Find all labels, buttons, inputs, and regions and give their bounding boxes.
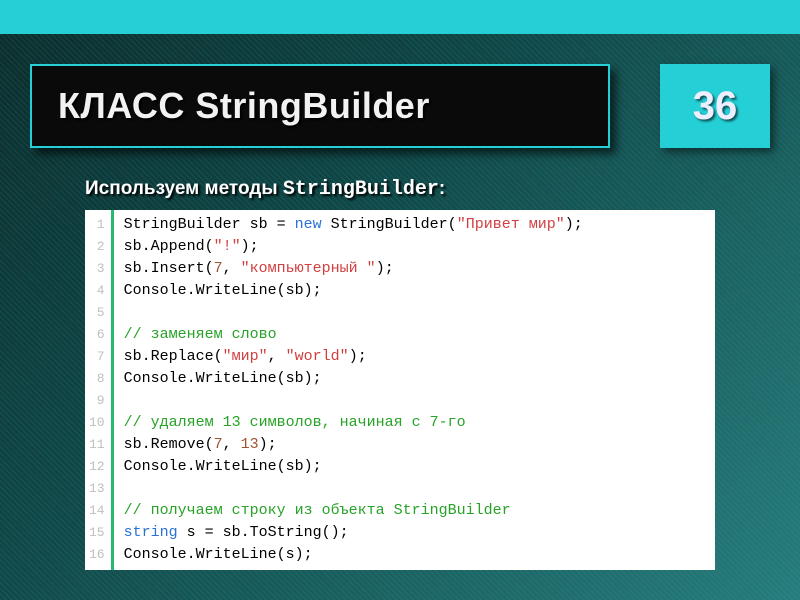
line-number: 6	[89, 324, 105, 346]
code-gutter: 12345678910111213141516	[85, 210, 114, 570]
code-token: );	[376, 260, 394, 277]
line-number: 7	[89, 346, 105, 368]
code-line: // удаляем 13 символов, начиная с 7-го	[124, 412, 583, 434]
line-number: 4	[89, 280, 105, 302]
page-number-box: 36	[660, 64, 770, 148]
code-line: sb.Insert(7, "компьютерный ");	[124, 258, 583, 280]
page-number: 36	[693, 84, 738, 129]
code-token-num: 7	[214, 436, 223, 453]
code-token-num: 7	[214, 260, 223, 277]
code-token: ,	[268, 348, 286, 365]
subtitle-tail: :	[439, 178, 445, 199]
code-token: Console.WriteLine(sb);	[124, 458, 322, 475]
code-token: sb.Replace(	[124, 348, 223, 365]
code-line	[124, 390, 583, 412]
code-line: Console.WriteLine(sb);	[124, 280, 583, 302]
line-number: 2	[89, 236, 105, 258]
code-token-str: "мир"	[223, 348, 268, 365]
top-accent-bar	[0, 0, 800, 34]
code-token: ,	[223, 436, 241, 453]
line-number: 5	[89, 302, 105, 324]
code-line: Console.WriteLine(sb);	[124, 368, 583, 390]
code-token: Console.WriteLine(s);	[124, 546, 313, 563]
code-token-num: 13	[241, 436, 259, 453]
line-number: 8	[89, 368, 105, 390]
slide-title-box: КЛАСС StringBuilder	[30, 64, 610, 148]
line-number: 9	[89, 390, 105, 412]
code-token: sb.Append(	[124, 238, 214, 255]
code-token: );	[349, 348, 367, 365]
line-number: 15	[89, 522, 105, 544]
line-number: 1	[89, 214, 105, 236]
line-number: 3	[89, 258, 105, 280]
code-token: );	[241, 238, 259, 255]
code-line: StringBuilder sb = new StringBuilder("Пр…	[124, 214, 583, 236]
code-token: ,	[223, 260, 241, 277]
code-token-cmt: // удаляем 13 символов, начиная с 7-го	[124, 414, 466, 431]
code-token: StringBuilder sb =	[124, 216, 295, 233]
line-number: 10	[89, 412, 105, 434]
line-number: 13	[89, 478, 105, 500]
code-line	[124, 302, 583, 324]
code-token: StringBuilder(	[322, 216, 457, 233]
code-token: );	[259, 436, 277, 453]
code-content: StringBuilder sb = new StringBuilder("Пр…	[114, 210, 593, 570]
code-token: );	[565, 216, 583, 233]
code-line	[124, 478, 583, 500]
code-line: sb.Remove(7, 13);	[124, 434, 583, 456]
subtitle: Используем методы StringBuilder:	[85, 178, 760, 201]
code-token-cmt: // заменяем слово	[124, 326, 277, 343]
code-line: Console.WriteLine(s);	[124, 544, 583, 566]
line-number: 11	[89, 434, 105, 456]
code-token-str: "world"	[286, 348, 349, 365]
code-token-kw: new	[295, 216, 322, 233]
code-token: s = sb.ToString();	[178, 524, 349, 541]
code-line: Console.WriteLine(sb);	[124, 456, 583, 478]
code-block: 12345678910111213141516 StringBuilder sb…	[85, 210, 715, 570]
code-line: // получаем строку из объекта StringBuil…	[124, 500, 583, 522]
code-token-str: "Привет мир"	[457, 216, 565, 233]
subtitle-mono: StringBuilder	[283, 178, 439, 201]
code-token: Console.WriteLine(sb);	[124, 282, 322, 299]
code-token-str: "!"	[214, 238, 241, 255]
line-number: 14	[89, 500, 105, 522]
code-line: sb.Append("!");	[124, 236, 583, 258]
code-token: sb.Remove(	[124, 436, 214, 453]
code-token-str: "компьютерный "	[241, 260, 376, 277]
slide-title: КЛАСС StringBuilder	[58, 85, 430, 127]
code-line: // заменяем слово	[124, 324, 583, 346]
line-number: 16	[89, 544, 105, 566]
code-token-kw: string	[124, 524, 178, 541]
line-number: 12	[89, 456, 105, 478]
code-token: Console.WriteLine(sb);	[124, 370, 322, 387]
subtitle-text: Используем методы	[85, 178, 283, 199]
code-token: sb.Insert(	[124, 260, 214, 277]
code-line: string s = sb.ToString();	[124, 522, 583, 544]
code-token-cmt: // получаем строку из объекта StringBuil…	[124, 502, 511, 519]
code-line: sb.Replace("мир", "world");	[124, 346, 583, 368]
